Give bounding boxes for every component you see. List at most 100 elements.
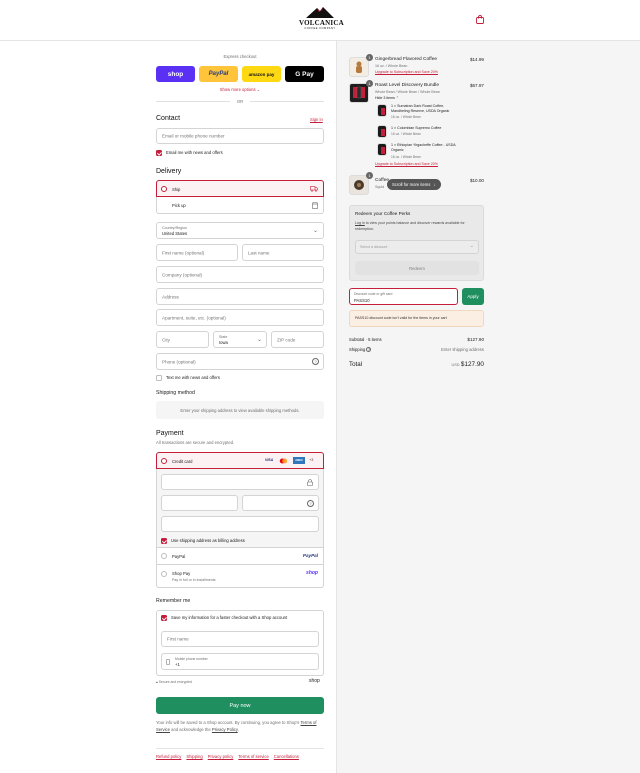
contact-heading: Contact [156,115,181,122]
zip-field[interactable]: ZIP code [271,331,324,348]
remember-me-heading: Remember me [156,598,191,604]
apply-discount-button[interactable]: Apply [462,288,484,305]
brand-logo[interactable]: VOLCANICA COFFEE COMPANY [299,6,344,36]
divider-right [250,101,324,102]
sub-item-line2: Organic [391,148,404,152]
card-number-field[interactable] [161,474,319,490]
discount-code-field[interactable]: Discount code or gift card PASS10 [349,288,458,305]
select-discount-label: Select a discount [360,245,388,249]
use-shipping-address-checkbox[interactable] [161,538,167,544]
payment-subtitle: All transactions are secure and encrypte… [156,440,235,445]
perks-title: Redeem your Coffee Perks [355,211,411,216]
or-divider-label: OR [236,99,244,104]
help-icon[interactable]: ? [366,347,372,353]
pay-now-button[interactable]: Pay now [156,697,324,714]
hide-items-toggle[interactable]: Hide 3 items ⌃ [375,96,399,100]
country-select[interactable]: Country/Region United States ⌄ [156,222,324,239]
sub-item-variant: 16 oz. / Whole Bean [391,132,421,136]
scroll-hint-label: Scroll for more items [392,182,431,187]
text-news-label: Text me with news and offers [166,375,220,380]
pickup-option[interactable]: Pick up [156,197,324,214]
help-icon[interactable]: ? [307,500,314,507]
legal-and: and acknowledge the [171,727,211,732]
footer-divider [156,748,324,749]
card-expiry-field[interactable] [161,495,238,511]
mobile-label: Mobile phone number [175,656,208,661]
city-field[interactable]: City [156,331,209,348]
country-label: Country/Region [162,225,187,230]
subtotal-label: Subtotal · 5 items [349,337,382,342]
chevron-up-icon: ⌃ [395,96,399,100]
more-cards-badge: +3 [309,457,314,462]
product-thumbnail [349,57,369,77]
show-more-options-link[interactable]: Show more options ⌄ [156,87,324,92]
scroll-for-more-pill[interactable]: Scroll for more items ↓ [387,179,441,190]
zip-placeholder: ZIP code [277,337,296,342]
refund-policy-link[interactable]: Refund policy [156,754,181,759]
company-field[interactable]: Company (optional) [156,266,324,283]
email-field[interactable]: Email or mobile phone number [156,128,324,144]
item-name: Roast Level Discovery Bundle [375,83,439,88]
cancellations-link[interactable]: Cancellations [274,754,299,759]
ship-label: Ship [172,186,181,192]
chevron-down-icon: ⌄ [256,337,262,343]
email-news-checkbox[interactable] [156,150,162,156]
card-cvv-field[interactable]: ? [242,495,319,511]
ship-option[interactable]: Ship [156,180,324,197]
delivery-heading: Delivery [156,168,182,175]
item-quantity-badge: 1 [366,80,373,87]
phone-field[interactable]: Phone (optional) ? [156,353,324,370]
secure-encrypted-note: 🔒︎ Secure and encrypted [156,680,192,684]
upgrade-subscription-link[interactable]: Upgrade to Subscription and Save 20% [375,162,438,166]
shop-pay-option[interactable]: Shop Pay Pay in full or in installments … [156,565,324,588]
mobile-phone-field[interactable]: Mobile phone number +1 [161,653,319,670]
credit-card-option[interactable]: Credit card VISA AMEX +3 [156,452,324,469]
shipping-summary-label: Shipping ? [349,347,372,353]
shop-pay-label: Shop Pay [172,571,191,576]
last-name-field[interactable]: Last name [242,244,324,261]
coffee-bag-icon [353,86,365,99]
redeem-button[interactable]: Redeem [355,261,479,275]
phone-placeholder: Phone (optional) [162,359,196,364]
apartment-field[interactable]: Apartment, suite, etc. (optional) [156,309,324,326]
address-field[interactable]: Address [156,288,324,305]
shop-pay-radio[interactable] [161,571,167,577]
paypal-express-button[interactable]: PayPal [199,66,238,82]
ship-radio[interactable] [161,185,167,192]
card-name-field[interactable] [161,516,319,532]
text-news-checkbox[interactable] [156,375,162,381]
credit-card-radio[interactable] [161,457,167,464]
shop-pay-express-button[interactable]: shop [156,66,195,82]
select-discount-dropdown[interactable]: Select a discount ⌄ [355,240,479,254]
item-price: $14.99 [469,57,484,62]
upgrade-subscription-link[interactable]: Upgrade to Subscription and Save 20% [375,70,438,74]
paypal-radio[interactable] [161,553,167,559]
hide-items-label: Hide 3 items [375,96,395,100]
perks-login-link[interactable]: Log in [355,221,365,225]
terms-of-service-link[interactable]: Terms of service [238,754,268,759]
shipping-link[interactable]: Shipping [186,754,202,759]
cart-bag-icon[interactable] [476,15,484,24]
privacy-policy-link[interactable]: Privacy policy [208,754,234,759]
phone-icon [166,659,170,665]
google-pay-express-button[interactable]: G Pay [285,66,324,82]
sign-in-link[interactable]: Sign in [310,117,323,122]
save-info-checkbox[interactable] [161,615,167,621]
remember-first-name-field[interactable]: First name [161,631,319,647]
privacy-policy-link[interactable]: Privacy Policy [212,727,238,732]
express-checkout-title: Express checkout [223,54,257,59]
first-name-field[interactable]: First name (optional) [156,244,238,261]
amazon-pay-express-button[interactable]: amazon pay [242,66,281,82]
show-more-label: Show more options [219,87,256,92]
chevron-down-icon: ⌄ [469,243,474,249]
state-select[interactable]: State Iowa ⌄ [213,331,267,348]
total-value: $127.90 [460,361,484,368]
legal-period: . [237,727,239,732]
apartment-placeholder: Apartment, suite, etc. (optional) [162,315,226,320]
brand-tagline: COFFEE COMPANY [304,27,336,30]
shipping-label: Shipping [349,347,366,352]
mobile-value: +1 [175,662,180,667]
shipping-value: Enter shipping address [441,347,484,352]
help-icon[interactable]: ? [312,358,319,365]
paypal-option[interactable]: PayPal PayPal [156,548,324,565]
